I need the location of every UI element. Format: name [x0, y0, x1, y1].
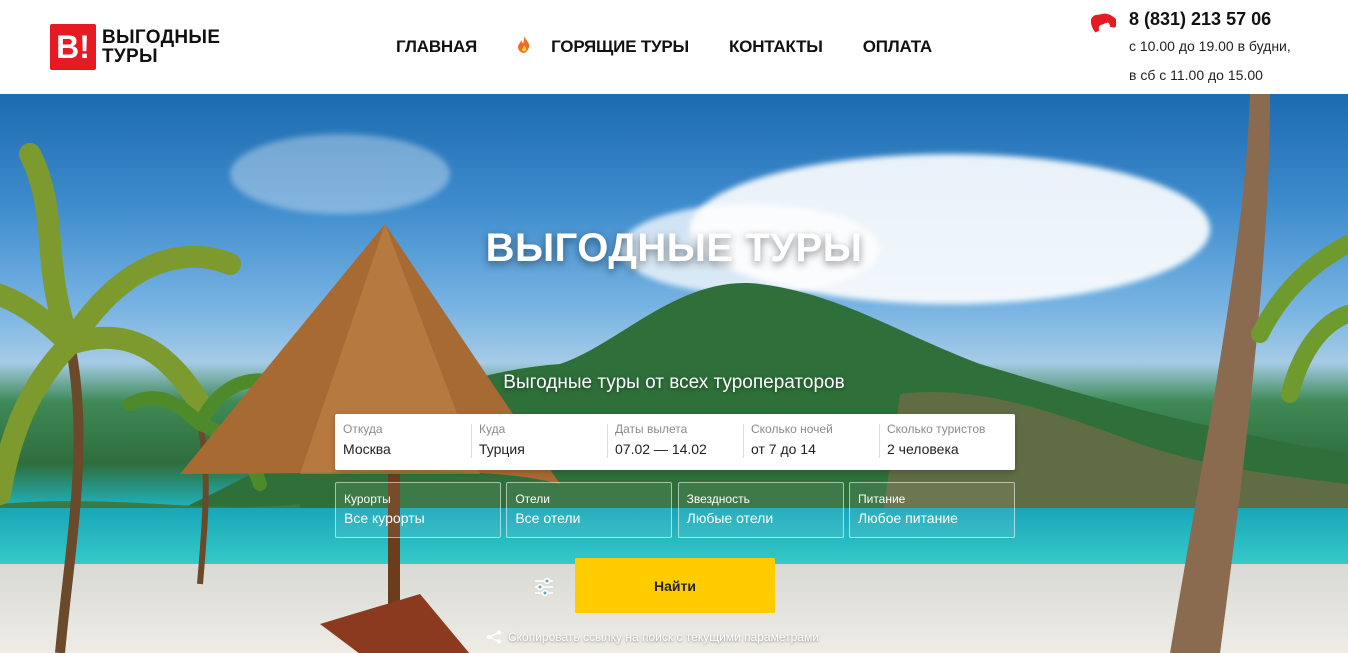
filters-toggle-icon[interactable]: [533, 576, 555, 598]
fire-icon: [517, 36, 531, 57]
filter-resorts[interactable]: Курорты Все курорты: [335, 482, 501, 538]
tour-search-form: Откуда Москва Куда Турция Даты вылета 07…: [335, 414, 1015, 470]
nav-item-contacts[interactable]: КОНТАКТЫ: [729, 37, 823, 57]
field-value: Все отели: [515, 510, 581, 526]
main-nav: ГЛАВНАЯ ГОРЯЩИЕ ТУРЫ КОНТАКТЫ ОПЛАТА: [396, 36, 972, 57]
field-label: Питание: [857, 492, 906, 506]
field-label: Сколько ночей: [751, 422, 833, 436]
logo-text-line1: ВЫГОДНЫЕ: [102, 27, 221, 48]
nav-item-payment[interactable]: ОПЛАТА: [863, 37, 932, 57]
field-value: 07.02 — 14.02: [615, 441, 707, 457]
working-hours-weekdays: с 10.00 до 19.00 в будни,: [1129, 38, 1291, 54]
hero-banner: ВЫГОДНЫЕ ТУРЫ Выгодные туры от всех туро…: [0, 94, 1348, 653]
field-label: Звездность: [686, 492, 750, 506]
copy-link-label: Скопировать ссылку на поиск с текущими п…: [508, 630, 819, 644]
field-label: Отели: [515, 492, 551, 506]
field-value: от 7 до 14: [751, 441, 816, 457]
field-label: Курорты: [344, 492, 391, 506]
search-field-to[interactable]: Куда Турция: [471, 414, 607, 470]
phone-number[interactable]: 8 (831) 213 57 06: [1129, 9, 1271, 30]
filter-meals[interactable]: Питание Любое питание: [848, 482, 1015, 538]
nav-item-hot-tours[interactable]: ГОРЯЩИЕ ТУРЫ: [551, 37, 689, 57]
hero-subtitle: Выгодные туры от всех туроператоров: [503, 372, 845, 393]
field-value: Турция: [479, 441, 525, 457]
nav-item-home[interactable]: ГЛАВНАЯ: [396, 37, 477, 57]
extra-filters: Курорты Все курорты Отели Все отели Звез…: [335, 482, 1015, 538]
search-field-nights[interactable]: Сколько ночей от 7 до 14: [743, 414, 879, 470]
field-value: Любые отели: [686, 510, 774, 526]
field-value: 2 человека: [887, 441, 959, 457]
field-label: Даты вылета: [615, 422, 688, 436]
logo[interactable]: B! ВЫГОДНЫЕ ТУРЫ: [50, 24, 220, 70]
logo-text-line2: ТУРЫ: [102, 46, 158, 67]
field-label: Сколько туристов: [887, 422, 986, 436]
logo-mark: B!: [50, 24, 96, 70]
field-value: Все курорты: [344, 510, 425, 526]
field-value: Любое питание: [857, 510, 958, 526]
copy-search-link[interactable]: Скопировать ссылку на поиск с текущими п…: [486, 630, 819, 644]
share-icon: [486, 630, 502, 644]
find-button[interactable]: Найти: [575, 558, 775, 613]
phone-icon: [1078, 6, 1117, 44]
field-label: Куда: [479, 422, 506, 436]
site-header: B! ВЫГОДНЫЕ ТУРЫ ГЛАВНАЯ ГОРЯЩИЕ ТУРЫ КО…: [0, 0, 1348, 94]
field-label: Откуда: [343, 422, 383, 436]
working-hours-saturday: в сб с 11.00 до 15.00: [1129, 67, 1263, 83]
search-field-from[interactable]: Откуда Москва: [335, 414, 471, 470]
hero-title: ВЫГОДНЫЕ ТУРЫ: [485, 226, 863, 270]
search-field-dates[interactable]: Даты вылета 07.02 — 14.02: [607, 414, 743, 470]
filter-hotels[interactable]: Отели Все отели: [506, 482, 673, 538]
search-field-tourists[interactable]: Сколько туристов 2 человека: [879, 414, 1015, 470]
logo-text: ВЫГОДНЫЕ ТУРЫ: [102, 28, 220, 66]
field-value: Москва: [343, 441, 391, 457]
filter-stars[interactable]: Звездность Любые отели: [677, 482, 844, 538]
